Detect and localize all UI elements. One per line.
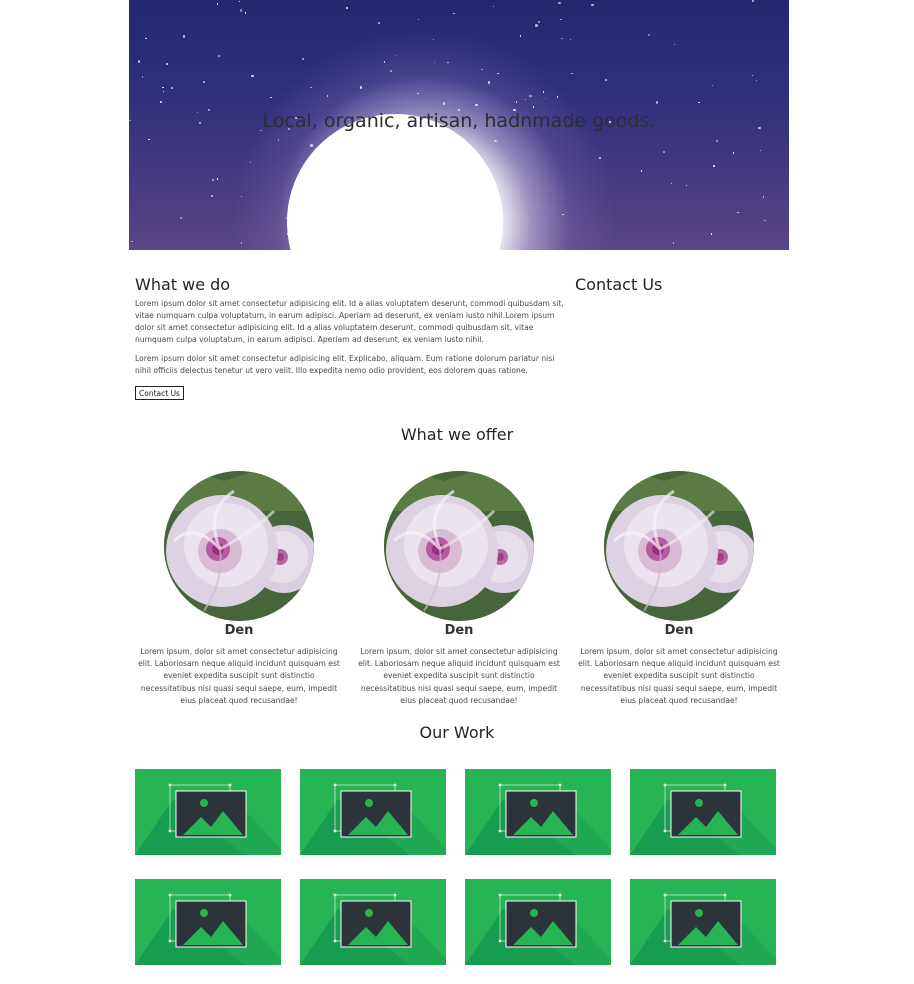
about-paragraph-2: Lorem ipsum dolor sit amet consectetur a… xyxy=(135,354,555,375)
star xyxy=(663,151,665,153)
star xyxy=(166,63,168,65)
work-thumbnail[interactable] xyxy=(465,769,611,855)
contact-us-button[interactable]: Contact Us xyxy=(135,386,184,400)
star xyxy=(672,242,675,244)
image-placeholder-icon xyxy=(630,783,776,855)
image-placeholder-icon xyxy=(465,783,611,855)
flower-photo xyxy=(604,471,754,621)
star xyxy=(179,216,183,220)
star xyxy=(492,5,495,8)
star xyxy=(640,170,643,172)
star xyxy=(752,0,754,2)
star xyxy=(137,60,141,63)
star xyxy=(171,87,173,89)
star xyxy=(655,101,659,104)
star xyxy=(569,38,572,41)
star xyxy=(732,152,735,154)
work-thumbnail[interactable] xyxy=(465,879,611,965)
star xyxy=(715,139,719,143)
about-paragraph-1: Lorem ipsum dolor sit amet consectetur a… xyxy=(135,299,564,344)
work-thumbnail[interactable] xyxy=(135,769,281,855)
offer-name: Den xyxy=(664,623,694,638)
star xyxy=(713,165,715,167)
star xyxy=(160,101,162,103)
work-thumbnail[interactable] xyxy=(300,769,446,855)
star xyxy=(216,178,219,180)
offer-card: Den Lorem ipsum, dolor sit amet consecte… xyxy=(576,471,782,707)
star xyxy=(571,72,573,75)
star xyxy=(216,3,219,5)
offer-heading: What we offer xyxy=(400,425,514,444)
star xyxy=(764,219,766,222)
star xyxy=(182,35,186,38)
star xyxy=(417,18,420,21)
star xyxy=(244,12,247,14)
star xyxy=(755,79,758,82)
star xyxy=(148,138,150,141)
star xyxy=(698,101,700,104)
contact-heading: Contact Us xyxy=(575,275,663,294)
star xyxy=(558,1,561,5)
star xyxy=(535,24,538,27)
image-placeholder-icon xyxy=(300,893,446,965)
star xyxy=(711,84,714,87)
star xyxy=(670,182,673,185)
star xyxy=(131,240,133,243)
star xyxy=(647,33,651,37)
image-placeholder-icon xyxy=(135,893,281,965)
hero-banner: Local, organic, artisan, hadnmade goods. xyxy=(129,0,789,250)
offer-description: Lorem ipsum, dolor sit amet consectetur … xyxy=(358,647,560,705)
work-heading: Our Work xyxy=(419,723,495,742)
image-placeholder-icon xyxy=(300,783,446,855)
star xyxy=(604,78,608,82)
star xyxy=(737,211,739,214)
star xyxy=(141,76,144,78)
work-thumbnail[interactable] xyxy=(135,879,281,965)
about-heading: What we do xyxy=(135,275,231,294)
star xyxy=(762,196,765,198)
star xyxy=(302,58,304,60)
star xyxy=(145,37,147,40)
star xyxy=(202,80,206,84)
star xyxy=(759,149,762,152)
image-placeholder-icon xyxy=(135,783,281,855)
image-placeholder-icon xyxy=(630,893,776,965)
star xyxy=(345,6,349,10)
star xyxy=(519,35,522,37)
star xyxy=(162,90,165,93)
star xyxy=(685,184,688,187)
flower-photo xyxy=(384,471,534,621)
star xyxy=(453,12,455,15)
offer-name: Den xyxy=(444,623,474,638)
star xyxy=(211,195,213,197)
offer-card: Den Lorem ipsum, dolor sit amet consecte… xyxy=(356,471,562,707)
star xyxy=(162,86,164,89)
star xyxy=(218,55,220,57)
star xyxy=(538,21,540,23)
flower-photo xyxy=(164,471,314,621)
star xyxy=(238,0,241,3)
star xyxy=(591,3,594,7)
star xyxy=(751,74,754,77)
star xyxy=(710,233,713,235)
star xyxy=(378,22,380,24)
offer-name: Den xyxy=(224,623,254,638)
star xyxy=(560,18,562,21)
hero-title: Local, organic, artisan, hadnmade goods. xyxy=(262,110,656,132)
work-thumbnail[interactable] xyxy=(630,769,776,855)
offer-card: Den Lorem ipsum, dolor sit amet consecte… xyxy=(136,471,342,707)
offer-description: Lorem ipsum, dolor sit amet consectetur … xyxy=(138,647,340,705)
star xyxy=(212,179,214,181)
star xyxy=(673,43,676,46)
work-thumbnail[interactable] xyxy=(300,879,446,965)
star xyxy=(239,9,243,12)
work-thumbnail[interactable] xyxy=(630,879,776,965)
offer-description: Lorem ipsum, dolor sit amet consectetur … xyxy=(578,647,780,705)
star xyxy=(251,74,254,78)
image-placeholder-icon xyxy=(465,893,611,965)
star xyxy=(561,37,563,40)
